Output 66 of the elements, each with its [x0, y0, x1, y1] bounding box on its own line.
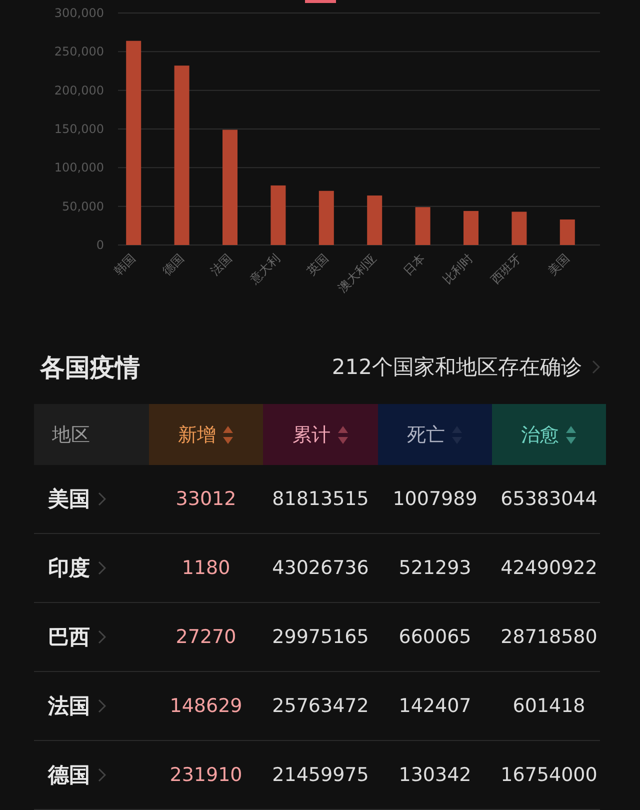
chevron-right-icon — [592, 360, 600, 374]
summary-link[interactable]: 212个国家和地区存在确诊 — [332, 353, 582, 381]
table-cell-text: 1180 — [180, 557, 232, 579]
table-cell-text: 27270 — [174, 626, 238, 648]
column-header: 地区 — [34, 404, 149, 465]
region-name[interactable]: 印度 — [48, 554, 90, 582]
table-cell-text: 231910 — [168, 764, 244, 786]
axis-label: 50,000 — [62, 199, 104, 214]
table-cell-text: 148629 — [168, 695, 244, 717]
axis-label: 德国 — [160, 251, 186, 278]
table-cell-text: 660065 — [398, 626, 472, 648]
sort-icon — [565, 424, 577, 444]
bar — [415, 207, 430, 245]
axis-label: 意大利 — [247, 251, 283, 287]
table-cell-text: 65383044 — [500, 488, 598, 510]
chevron-right-icon — [98, 630, 106, 644]
table-cell-text: 1007989 — [392, 488, 478, 510]
column-header[interactable]: 死亡 — [378, 404, 492, 465]
chevron-right-icon — [98, 561, 106, 575]
table-cell-text: 142407 — [398, 695, 472, 717]
column-header[interactable]: 累计 — [263, 404, 378, 465]
table-cell-text: 130342 — [398, 764, 472, 786]
table-cell-text: 33012 — [174, 488, 238, 510]
table-cell-text: 21459975 — [271, 764, 370, 786]
bar — [560, 219, 575, 245]
sort-icon — [336, 424, 348, 444]
table-cell-text: 601418 — [512, 695, 586, 717]
table-cell-text: 43026736 — [271, 557, 370, 579]
bar — [270, 185, 286, 245]
axis-label: 0 — [96, 238, 104, 252]
region-name[interactable]: 巴西 — [48, 623, 90, 651]
region-name[interactable]: 美国 — [48, 485, 90, 513]
axis-label: 比利时 — [440, 251, 476, 287]
bar — [464, 210, 478, 245]
region-name[interactable]: 法国 — [48, 692, 90, 720]
axis-label: 200,000 — [54, 83, 104, 98]
bar — [318, 190, 334, 245]
column-header[interactable]: 治愈 — [492, 404, 606, 465]
axis-label: 100,000 — [54, 160, 104, 175]
axis-label: 250,000 — [54, 44, 104, 59]
table-cell-text: 29975165 — [271, 626, 370, 648]
bar — [512, 212, 527, 245]
axis-label: 美国 — [545, 251, 572, 278]
axis-label: 日本 — [400, 251, 428, 278]
chevron-right-icon — [98, 768, 106, 782]
legend-marker — [305, 0, 336, 3]
bar — [367, 196, 382, 245]
table-cell-text: 521293 — [398, 557, 472, 579]
axis-label: 澳大利亚 — [335, 251, 380, 296]
region-name[interactable]: 德国 — [48, 761, 90, 789]
table-cell-text: 16754000 — [500, 764, 598, 786]
column-header[interactable]: 新增 — [149, 404, 263, 465]
axis-label: 300,000 — [54, 6, 104, 20]
section-title: 各国疫情 — [40, 352, 140, 384]
table-cell-text: 25763472 — [271, 695, 370, 717]
chevron-right-icon — [98, 492, 106, 506]
table-cell-text: 28718580 — [500, 626, 598, 648]
axis-label: 法国 — [208, 251, 235, 278]
chevron-right-icon — [98, 699, 106, 713]
axis-label: 韩国 — [111, 251, 138, 278]
table-cell-text: 42490922 — [500, 557, 598, 579]
axis-label: 英国 — [304, 251, 332, 278]
table-cell-text: 81813515 — [271, 488, 370, 510]
axis-label: 150,000 — [54, 122, 104, 136]
sort-icon — [222, 424, 234, 444]
axis-label: 西班牙 — [488, 251, 524, 287]
